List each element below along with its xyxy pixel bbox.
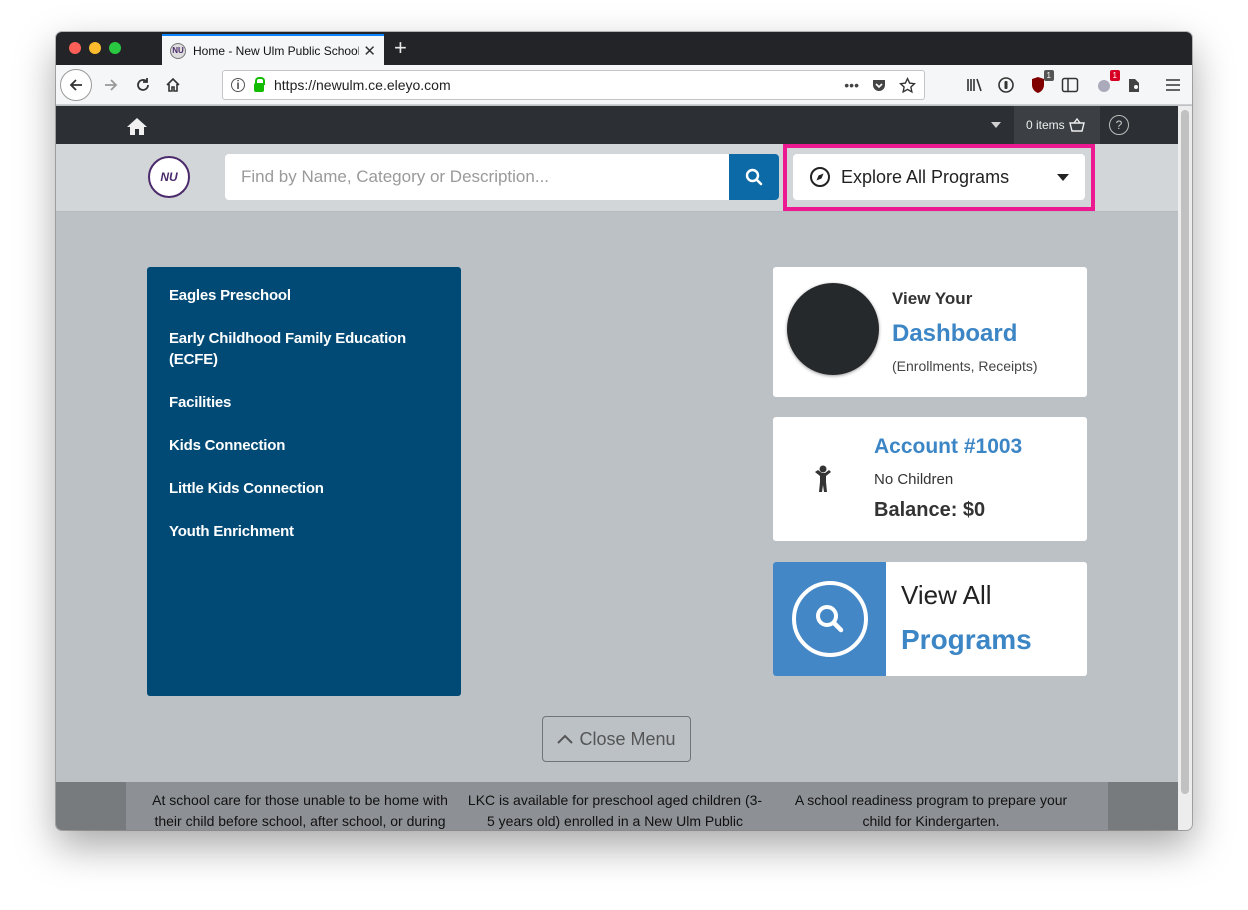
page-actions-icon[interactable]: •••	[844, 77, 859, 93]
close-menu-button[interactable]: Close Menu	[542, 716, 691, 762]
reload-icon	[137, 78, 149, 91]
ublock-icon[interactable]: 1	[1026, 70, 1054, 97]
account-dropdown-caret-icon[interactable]	[991, 122, 1001, 128]
account-card[interactable]: Account #1003 No Children Balance: $0	[773, 417, 1087, 541]
search-button[interactable]	[729, 154, 779, 200]
description-kids-connection: At school care for those unable to be ho…	[152, 792, 448, 829]
menu-item-eagles-preschool[interactable]: Eagles Preschool	[169, 285, 439, 306]
favicon-icon: NU	[170, 42, 186, 59]
dashboard-card-line3: (Enrollments, Receipts)	[892, 358, 1038, 374]
account-balance: Balance: $0	[874, 499, 986, 521]
help-icon[interactable]: ?	[1109, 115, 1129, 135]
site-info-icon[interactable]: i	[231, 78, 245, 92]
pocket-icon[interactable]	[871, 77, 887, 93]
avatar	[787, 283, 879, 375]
program-descriptions-inner: At school care for those unable to be ho…	[126, 782, 1108, 830]
school-logo[interactable]: NU	[148, 156, 190, 198]
maximize-window-button[interactable]	[109, 42, 121, 54]
new-tab-button[interactable]: +	[394, 35, 407, 61]
forward-arrow-icon	[105, 79, 118, 91]
menu-item-little-kids-connection[interactable]: Little Kids Connection	[169, 478, 439, 499]
menu-item-kids-connection[interactable]: Kids Connection	[169, 435, 439, 456]
search-band: NU Explore All Programs	[56, 144, 1178, 212]
dashboard-card-line1: View Your	[892, 289, 973, 308]
view-all-programs-link[interactable]: Programs	[901, 624, 1032, 656]
extension-info-icon[interactable]	[994, 73, 1018, 97]
browser-tab[interactable]: NU Home - New Ulm Public School ✕	[162, 34, 384, 65]
tab-title: Home - New Ulm Public School	[193, 43, 360, 58]
library-icon[interactable]	[963, 73, 987, 97]
cart-button[interactable]: 0 items	[1014, 106, 1100, 144]
nav-toolbar: i https://newulm.ce.eleyo.com ••• 1 1	[56, 65, 1192, 105]
menu-item-youth-enrichment[interactable]: Youth Enrichment	[169, 521, 439, 542]
url-text[interactable]: https://newulm.ce.eleyo.com	[274, 77, 844, 93]
children-status: No Children	[874, 471, 954, 488]
extension-badge: 1	[1109, 70, 1120, 81]
browser-window: NU Home - New Ulm Public School ✕ + i ht…	[56, 32, 1192, 830]
evernote-icon[interactable]	[1122, 73, 1146, 97]
home-icon	[166, 77, 180, 92]
home-button[interactable]	[158, 70, 188, 100]
description-little-kids-connection: LKC is available for preschool aged chil…	[467, 792, 763, 829]
cart-label: 0 items	[1026, 118, 1065, 132]
menu-item-ecfe[interactable]: Early Childhood Family Education (ECFE)	[169, 328, 409, 370]
search-circle-icon	[791, 581, 868, 657]
program-descriptions-strip: At school care for those unable to be ho…	[56, 782, 1178, 830]
dashboard-card[interactable]: View Your Dashboard (Enrollments, Receip…	[773, 267, 1087, 397]
back-button[interactable]	[60, 69, 92, 101]
chevron-up-icon	[557, 734, 574, 744]
extension-icon[interactable]: 1	[1092, 70, 1120, 97]
view-all-line1: View All	[901, 580, 992, 610]
menu-item-facilities[interactable]: Facilities	[169, 392, 439, 413]
explore-label: Explore All Programs	[841, 166, 1010, 187]
hamburger-menu-icon[interactable]	[1161, 73, 1185, 97]
close-window-button[interactable]	[69, 42, 81, 54]
sidebar-icon[interactable]	[1058, 73, 1082, 97]
view-all-icon-panel	[773, 562, 886, 676]
program-category-menu: Eagles Preschool Early Childhood Family …	[147, 267, 461, 696]
minimize-window-button[interactable]	[89, 42, 101, 54]
bookmark-star-icon[interactable]	[899, 76, 916, 94]
basket-icon	[1068, 118, 1085, 132]
scrollbar-thumb[interactable]	[1181, 110, 1189, 794]
account-link[interactable]: Account #1003	[874, 435, 1022, 459]
program-search-input[interactable]	[225, 154, 730, 200]
ublock-badge: 1	[1043, 70, 1054, 81]
view-all-programs-card[interactable]: View All Programs	[773, 562, 1087, 676]
page-scrollbar[interactable]	[1178, 106, 1192, 830]
address-bar[interactable]: i https://newulm.ce.eleyo.com •••	[222, 70, 925, 100]
close-tab-icon[interactable]: ✕	[363, 42, 376, 60]
lock-icon	[254, 76, 265, 92]
forward-button[interactable]	[96, 70, 126, 100]
search-icon	[745, 168, 763, 186]
close-menu-label: Close Menu	[579, 728, 676, 749]
explore-all-programs-dropdown[interactable]: Explore All Programs	[793, 154, 1085, 200]
tab-strip: NU Home - New Ulm Public School ✕ +	[56, 32, 1192, 65]
caret-down-icon	[1057, 173, 1069, 181]
dashboard-link[interactable]: Dashboard	[892, 320, 1017, 348]
compass-icon	[810, 167, 830, 187]
reload-button[interactable]	[128, 70, 158, 100]
description-readiness-program: A school readiness program to prepare yo…	[794, 792, 1068, 829]
site-home-icon[interactable]	[126, 116, 148, 141]
site-top-nav: 0 items ?	[56, 106, 1178, 144]
child-icon	[815, 465, 831, 492]
web-page: 0 items ? NU Explore All Programs Eagles…	[56, 106, 1178, 830]
back-arrow-icon	[69, 79, 82, 91]
